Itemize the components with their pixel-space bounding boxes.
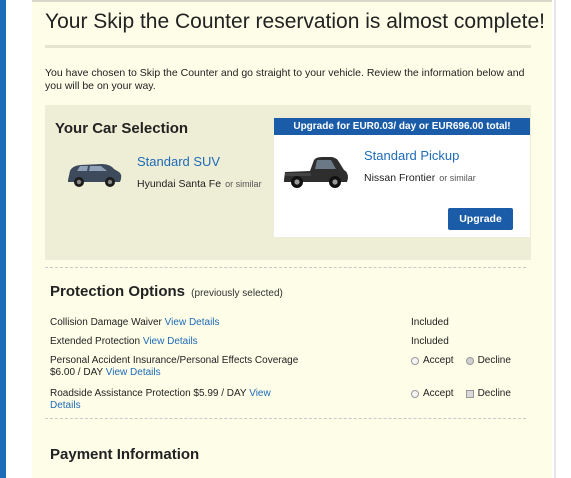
pai-choice: Accept Decline	[411, 355, 523, 366]
view-details-link-part1[interactable]: View	[249, 388, 271, 399]
upgrade-car-model-name: Nissan Frontier	[364, 172, 436, 184]
accept-option[interactable]: Accept	[411, 355, 454, 366]
car-selection-heading: Your Car Selection	[55, 120, 189, 137]
decline-label: Decline	[477, 355, 511, 366]
view-details-link[interactable]: View Details	[143, 336, 198, 347]
current-car-model: Hyundai Santa Fe or similar	[137, 178, 262, 190]
view-details-link-part2[interactable]: Details	[50, 400, 81, 411]
protection-heading: Protection Options (previously selected)	[50, 283, 283, 300]
protection-row-roadside: Roadside Assistance Protection $5.99 / D…	[50, 388, 271, 412]
current-car-category[interactable]: Standard SUV	[137, 154, 220, 169]
decline-label: Decline	[477, 388, 511, 399]
intro-text: You have chosen to Skip the Counter and …	[45, 67, 525, 92]
scrollbar-track[interactable]	[554, 0, 556, 478]
panel-top-border	[32, 0, 552, 2]
protection-row-cdw: Collision Damage Waiver View Details	[50, 317, 220, 329]
accept-radio[interactable]	[411, 389, 419, 398]
current-car-model-name: Hyundai Santa Fe	[137, 178, 222, 190]
accept-label: Accept	[423, 388, 454, 399]
section-divider	[45, 418, 526, 419]
payment-heading: Payment Information	[50, 446, 200, 463]
view-details-link[interactable]: View Details	[165, 317, 220, 328]
upgrade-button[interactable]: Upgrade	[448, 208, 513, 230]
current-car-similar: or similar	[225, 179, 262, 189]
section-divider	[45, 267, 526, 268]
suv-car-image	[68, 164, 122, 187]
upgrade-car-model: Nissan Frontier or similar	[364, 172, 476, 184]
page-title: Your Skip the Counter reservation is alm…	[45, 10, 545, 33]
upgrade-banner: Upgrade for EUR0.03/ day or EUR696.00 to…	[274, 118, 530, 135]
protection-status: Included	[411, 317, 449, 328]
protection-name: Roadside Assistance Protection $5.99 / D…	[50, 388, 247, 399]
protection-name: Personal Accident Insurance/Personal Eff…	[50, 355, 299, 366]
protection-row-pai: Personal Accident Insurance/Personal Eff…	[50, 355, 298, 379]
pickup-truck-image	[284, 157, 348, 188]
accept-label: Accept	[423, 355, 454, 366]
upgrade-car-similar: or similar	[439, 173, 476, 183]
protection-price: $6.00 / DAY	[50, 367, 103, 378]
title-divider	[45, 45, 531, 48]
protection-subheading: (previously selected)	[191, 288, 283, 299]
view-details-link[interactable]: View Details	[106, 367, 161, 378]
protection-name: Collision Damage Waiver	[50, 317, 162, 328]
decline-radio[interactable]	[465, 356, 474, 365]
protection-name: Extended Protection	[50, 336, 141, 347]
protection-status: Included	[411, 336, 449, 347]
upgrade-car-category[interactable]: Standard Pickup	[364, 148, 459, 163]
accept-option[interactable]: Accept	[411, 388, 454, 399]
decline-option[interactable]: Decline	[465, 355, 511, 366]
decline-option[interactable]: Decline	[465, 388, 511, 399]
protection-heading-text: Protection Options	[50, 283, 185, 300]
left-accent-bar	[0, 0, 6, 478]
roadside-choice: Accept Decline	[411, 388, 523, 399]
decline-radio[interactable]	[465, 389, 474, 398]
accept-radio[interactable]	[411, 356, 419, 365]
protection-row-extended: Extended Protection View Details	[50, 336, 198, 348]
